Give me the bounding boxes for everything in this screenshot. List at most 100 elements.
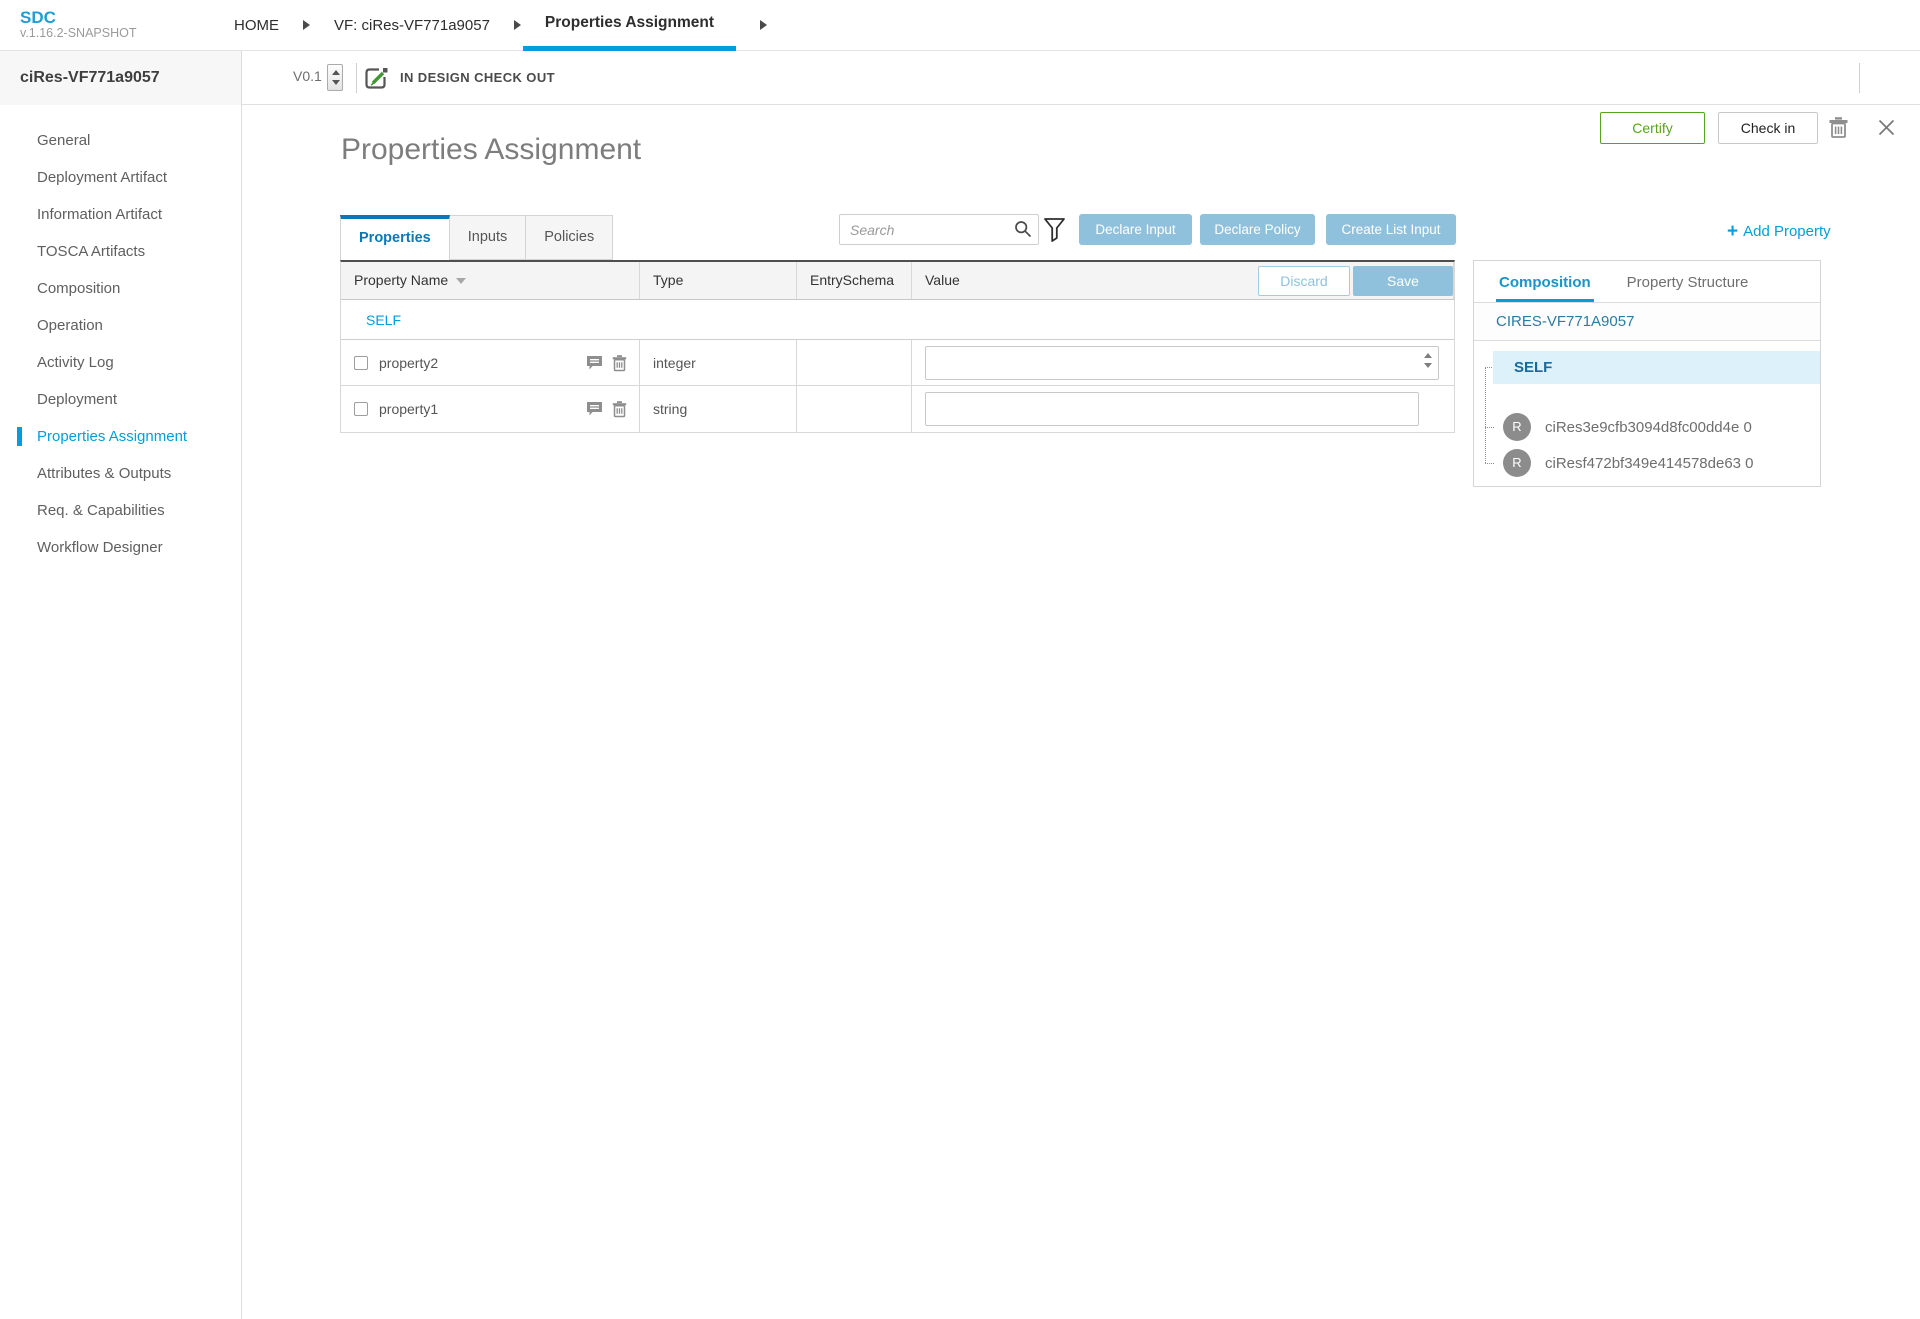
- self-group-link[interactable]: SELF: [366, 312, 401, 328]
- sidebar-item-attributes-outputs[interactable]: Attributes & Outputs: [0, 455, 241, 492]
- tree-node-label: ciResf472bf349e414578de63 0: [1545, 454, 1754, 472]
- tree-node-instance[interactable]: R ciResf472bf349e414578de63 0: [1503, 449, 1754, 477]
- value-cell: [912, 340, 1454, 385]
- table-row: property2 integer: [341, 340, 1454, 386]
- search-input[interactable]: [839, 214, 1039, 245]
- property-type-cell: integer: [640, 340, 797, 385]
- row-icons: [586, 401, 627, 418]
- version-label: V0.1: [293, 68, 322, 84]
- property-name-cell: property1: [341, 386, 640, 432]
- tab-composition[interactable]: Composition: [1496, 274, 1594, 302]
- tree-connector: [1485, 463, 1494, 464]
- search-wrap: [839, 214, 1039, 245]
- tree-connector: [1485, 427, 1494, 428]
- spinner-up-icon: [1424, 353, 1432, 358]
- filter-icon[interactable]: [1043, 217, 1066, 243]
- stepper-down-icon: [331, 80, 340, 85]
- delete-row-icon[interactable]: [612, 401, 627, 418]
- tab-property-structure[interactable]: Property Structure: [1627, 274, 1749, 302]
- row-checkbox[interactable]: [354, 402, 368, 416]
- plus-icon: +: [1727, 221, 1739, 242]
- tree-node-instance[interactable]: R ciRes3e9cfb3094d8fc00dd4e 0: [1503, 413, 1752, 441]
- resource-avatar: R: [1503, 413, 1531, 441]
- chevron-right-icon: [513, 20, 521, 30]
- certify-button[interactable]: Certify: [1600, 112, 1705, 144]
- entity-name: ciRes-VF771a9057: [20, 69, 160, 86]
- group-row-self: SELF: [341, 300, 1454, 340]
- tab-policies[interactable]: Policies: [526, 215, 614, 260]
- app-logo-text: SDC: [20, 7, 56, 27]
- composition-tree: SELF R ciRes3e9cfb3094d8fc00dd4e 0 R ciR…: [1474, 341, 1820, 485]
- workspace-header: ciRes-VF771a9057 V0.1 IN DESIGN CHECK OU…: [0, 51, 1920, 144]
- properties-table: Property Name Type EntrySchema Value Dis…: [340, 260, 1455, 433]
- close-icon[interactable]: [1878, 119, 1895, 136]
- app-version: v.1.16.2-SNAPSHOT: [20, 26, 137, 41]
- breadcrumb-home[interactable]: HOME: [234, 17, 279, 34]
- sidebar-item-tosca-artifacts[interactable]: TOSCA Artifacts: [0, 233, 241, 270]
- spinner-down-icon: [1424, 363, 1432, 368]
- sidebar-item-activity-log[interactable]: Activity Log: [0, 344, 241, 381]
- sort-arrow-icon[interactable]: [456, 278, 467, 284]
- lifecycle-status: IN DESIGN CHECK OUT: [400, 70, 555, 85]
- breadcrumb-vf[interactable]: VF: ciRes-VF771a9057: [334, 17, 490, 34]
- composition-root[interactable]: CIRES-VF771A9057: [1474, 303, 1820, 341]
- version-stepper[interactable]: [327, 64, 343, 91]
- sidebar-item-information-artifact[interactable]: Information Artifact: [0, 196, 241, 233]
- composition-panel-tabs: Composition Property Structure: [1474, 261, 1820, 303]
- breadcrumb-active-wrap: Properties Assignment: [522, 0, 737, 51]
- page-title: Properties Assignment: [341, 133, 642, 166]
- col-type: Type: [640, 262, 797, 299]
- property-name-cell: property2: [341, 340, 640, 385]
- top-nav: SDC v.1.16.2-SNAPSHOT HOME VF: ciRes-VF7…: [0, 0, 1920, 51]
- declare-policy-button[interactable]: Declare Policy: [1200, 214, 1315, 245]
- divider: [1859, 63, 1860, 93]
- main-tabs: Properties Inputs Policies: [340, 215, 614, 260]
- col-property-name: Property Name: [341, 262, 640, 299]
- entity-header: ciRes-VF771a9057: [0, 51, 242, 105]
- sidebar-item-deployment[interactable]: Deployment: [0, 381, 241, 418]
- tree-node-self[interactable]: SELF: [1493, 351, 1820, 384]
- sidebar-item-composition[interactable]: Composition: [0, 270, 241, 307]
- sidebar-item-deployment-artifact[interactable]: Deployment Artifact: [0, 159, 241, 196]
- save-button[interactable]: Save: [1353, 266, 1453, 296]
- property-type-cell: string: [640, 386, 797, 432]
- divider: [356, 63, 357, 93]
- row-checkbox[interactable]: [354, 355, 368, 370]
- delete-row-icon[interactable]: [612, 355, 627, 372]
- col-entry-schema: EntrySchema: [797, 262, 912, 299]
- tab-inputs[interactable]: Inputs: [449, 215, 527, 260]
- add-property-label: Add Property: [1743, 223, 1831, 240]
- comment-icon[interactable]: [586, 401, 603, 418]
- breadcrumb-properties-assignment[interactable]: Properties Assignment: [545, 14, 714, 32]
- sidebar-item-properties-assignment[interactable]: Properties Assignment: [0, 418, 241, 455]
- create-list-input-button[interactable]: Create List Input: [1326, 214, 1456, 245]
- entry-schema-cell: [797, 386, 912, 432]
- sidebar-item-operation[interactable]: Operation: [0, 307, 241, 344]
- tab-properties[interactable]: Properties: [340, 215, 450, 260]
- sidebar-item-workflow-designer[interactable]: Workflow Designer: [0, 529, 241, 566]
- sidebar-item-general[interactable]: General: [0, 122, 241, 159]
- number-spinner[interactable]: [1422, 347, 1435, 379]
- discard-button[interactable]: Discard: [1258, 266, 1350, 296]
- table-row: property1 string: [341, 386, 1454, 432]
- composition-panel: Composition Property Structure CIRES-VF7…: [1473, 260, 1821, 487]
- entry-schema-cell: [797, 340, 912, 385]
- app-logo[interactable]: SDC v.1.16.2-SNAPSHOT: [20, 7, 210, 41]
- tree-node-label: ciRes3e9cfb3094d8fc00dd4e 0: [1545, 418, 1752, 436]
- sidebar-item-req-capabilities[interactable]: Req. & Capabilities: [0, 492, 241, 529]
- checkout-pencil-icon: [362, 65, 389, 92]
- property-value-input[interactable]: [925, 345, 1439, 380]
- add-property-button[interactable]: + Add Property: [1727, 221, 1831, 243]
- check-in-button[interactable]: Check in: [1718, 112, 1818, 144]
- table-header: Property Name Type EntrySchema Value Dis…: [341, 262, 1454, 300]
- property-name: property1: [379, 401, 439, 417]
- comment-icon[interactable]: [586, 355, 603, 372]
- declare-input-button[interactable]: Declare Input: [1079, 214, 1192, 245]
- sidebar: General Deployment Artifact Information …: [0, 105, 242, 1319]
- delete-icon[interactable]: [1828, 116, 1849, 139]
- property-value-input[interactable]: [925, 392, 1419, 426]
- chevron-right-icon: [760, 20, 768, 30]
- row-icons: [586, 355, 627, 372]
- chevron-right-icon: [303, 20, 310, 30]
- app-screen: SDC v.1.16.2-SNAPSHOT HOME VF: ciRes-VF7…: [0, 0, 1920, 1319]
